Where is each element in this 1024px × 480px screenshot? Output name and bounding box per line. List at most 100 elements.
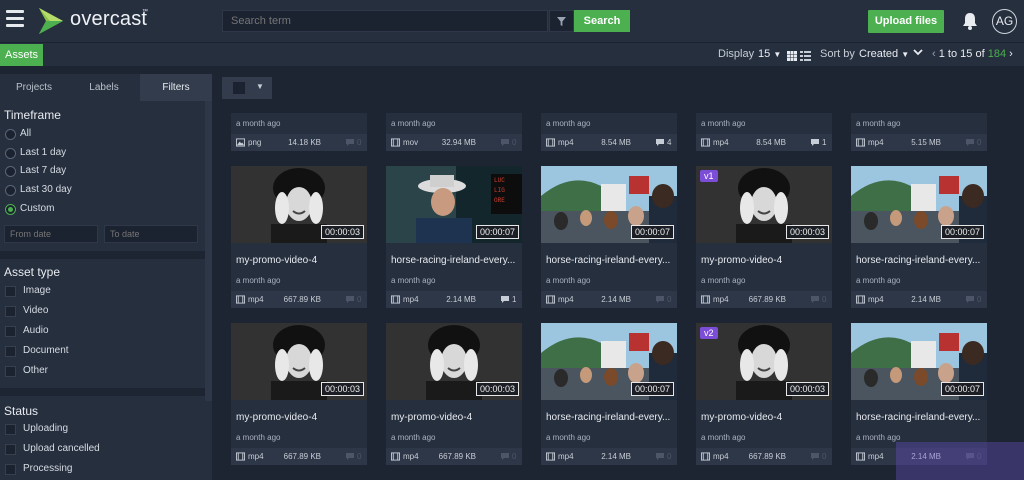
comment-count: 0 <box>357 452 362 461</box>
comment-icon[interactable] <box>810 452 820 461</box>
checkbox[interactable] <box>5 306 16 317</box>
asset-title[interactable]: horse-racing-ireland-every... <box>546 255 674 266</box>
tab-assets[interactable]: Assets <box>0 44 44 66</box>
hamburger-icon[interactable] <box>6 10 24 30</box>
checkbox[interactable] <box>5 326 16 337</box>
search-button[interactable]: Search <box>574 10 630 32</box>
option-label: Last 7 day <box>20 165 67 176</box>
option-label: Last 1 day <box>20 147 67 158</box>
asset-title[interactable]: my-promo-video-4 <box>701 255 829 266</box>
thumbnail[interactable]: 00:00:07 <box>851 166 987 243</box>
to-date-input[interactable] <box>104 225 198 243</box>
checkbox[interactable] <box>5 366 16 377</box>
comment-icon[interactable] <box>345 138 355 147</box>
bulk-select-dropdown[interactable]: ▼ <box>222 77 272 99</box>
asset-title[interactable]: horse-racing-ireland-every... <box>391 255 519 266</box>
radio-button[interactable] <box>5 185 16 196</box>
search-input[interactable] <box>222 10 548 32</box>
comment-count: 0 <box>512 138 517 147</box>
asset-card-partial[interactable]: a month ago mp4 8.54 MB 1 <box>696 113 832 151</box>
asset-card[interactable]: 00:00:07 horse-racing-ireland-every... a m… <box>851 166 987 308</box>
sidebar-scrollbar[interactable] <box>205 101 212 401</box>
grid-view-icon[interactable] <box>787 51 797 61</box>
select-all-checkbox[interactable] <box>233 82 245 94</box>
asset-title[interactable]: horse-racing-ireland-every... <box>856 255 984 266</box>
list-view-icon[interactable] <box>800 51 811 61</box>
asset-meta-bar: mp4 2.14 MB 1 <box>386 291 522 308</box>
sort-direction-toggle[interactable] <box>913 47 923 59</box>
display-count-select[interactable]: 15 ▼ <box>758 48 781 60</box>
asset-card[interactable]: 00:00:03 my-promo-video-4 a month ago mp4 66… <box>386 323 522 465</box>
comment-icon[interactable] <box>500 295 510 304</box>
asset-card-partial[interactable]: a month ago png 14.18 KB 0 <box>231 113 367 151</box>
radio-button-selected[interactable] <box>5 204 16 215</box>
file-size: 667.89 KB <box>748 295 786 304</box>
file-type: mov <box>403 138 419 147</box>
asset-title[interactable]: horse-racing-ireland-every... <box>546 412 674 423</box>
from-date-input[interactable] <box>4 225 98 243</box>
next-page-icon[interactable]: › <box>1009 48 1013 60</box>
tab-projects[interactable]: Projects <box>0 74 68 101</box>
comment-icon[interactable] <box>965 295 975 304</box>
thumbnail[interactable]: 00:00:03 <box>231 323 367 400</box>
asset-card-partial[interactable]: a month ago mp4 8.54 MB 4 <box>541 113 677 151</box>
option-label: Uploading <box>23 423 69 434</box>
thumbnail[interactable]: v2 00:00:03 <box>696 323 832 400</box>
version-badge: v1 <box>700 170 718 182</box>
prev-page-icon[interactable]: ‹ <box>932 48 936 60</box>
comment-icon[interactable] <box>965 138 975 147</box>
upload-files-button[interactable]: Upload files <box>868 10 944 33</box>
comment-icon[interactable] <box>500 452 510 461</box>
comment-icon[interactable] <box>810 295 820 304</box>
asset-card[interactable]: 00:00:03 my-promo-video-4 a month ago mp4 66… <box>231 166 367 308</box>
film-icon <box>391 452 400 461</box>
radio-button[interactable] <box>5 129 16 140</box>
checkbox[interactable] <box>5 444 16 455</box>
comment-icon[interactable] <box>345 295 355 304</box>
comment-icon[interactable] <box>655 295 665 304</box>
file-type: mp4 <box>868 452 884 461</box>
asset-card-partial[interactable]: a month ago mp4 5.15 MB 0 <box>851 113 987 151</box>
asset-title[interactable]: horse-racing-ireland-every... <box>856 412 984 423</box>
tab-filters[interactable]: Filters <box>140 74 212 101</box>
sort-field-select[interactable]: Created ▼ <box>859 48 909 60</box>
thumbnail[interactable]: 00:00:03 <box>386 323 522 400</box>
thumbnail[interactable]: LUC LIG ORE 00:00:07 <box>386 166 522 243</box>
thumbnail[interactable]: 00:00:07 <box>541 323 677 400</box>
thumbnail[interactable]: 00:00:03 <box>231 166 367 243</box>
asset-card[interactable]: 00:00:07 horse-racing-ireland-every... a m… <box>541 323 677 465</box>
radio-button[interactable] <box>5 166 16 177</box>
checkbox[interactable] <box>5 424 16 435</box>
asset-card[interactable]: v2 00:00:03 my-promo-video-4 a month ago mp4… <box>696 323 832 465</box>
checkbox[interactable] <box>5 286 16 297</box>
thumbnail[interactable]: v1 00:00:03 <box>696 166 832 243</box>
comment-icon[interactable] <box>655 138 665 147</box>
asset-title[interactable]: my-promo-video-4 <box>391 412 519 423</box>
file-size: 667.89 KB <box>438 452 476 461</box>
bell-icon[interactable] <box>960 11 980 31</box>
asset-title[interactable]: my-promo-video-4 <box>236 412 364 423</box>
thumbnail[interactable]: 00:00:07 <box>541 166 677 243</box>
asset-card[interactable]: v1 00:00:03 my-promo-video-4 a month ago mp4… <box>696 166 832 308</box>
asset-age: a month ago <box>391 119 436 128</box>
checkbox[interactable] <box>5 346 16 357</box>
comment-icon[interactable] <box>655 452 665 461</box>
checkbox[interactable] <box>5 464 16 475</box>
asset-card[interactable]: 00:00:07 horse-racing-ireland-every... a m… <box>541 166 677 308</box>
tab-labels[interactable]: Labels <box>68 74 140 101</box>
asset-card-partial[interactable]: a month ago mov 32.94 MB 0 <box>386 113 522 151</box>
radio-button[interactable] <box>5 148 16 159</box>
pager-to: 15 <box>960 48 973 60</box>
asset-card[interactable]: LUC LIG ORE 00:00:07 horse-racing-ireland-ev… <box>386 166 522 308</box>
film-icon <box>546 138 555 147</box>
asset-card[interactable]: 00:00:03 my-promo-video-4 a month ago mp4 66… <box>231 323 367 465</box>
avatar[interactable]: AG <box>992 9 1017 34</box>
comment-icon[interactable] <box>500 138 510 147</box>
svg-text:LUC: LUC <box>494 177 505 184</box>
comment-icon[interactable] <box>345 452 355 461</box>
thumbnail[interactable]: 00:00:07 <box>851 323 987 400</box>
asset-title[interactable]: my-promo-video-4 <box>701 412 829 423</box>
asset-title[interactable]: my-promo-video-4 <box>236 255 364 266</box>
comment-icon[interactable] <box>810 138 820 147</box>
search-filter-button[interactable] <box>549 10 574 32</box>
